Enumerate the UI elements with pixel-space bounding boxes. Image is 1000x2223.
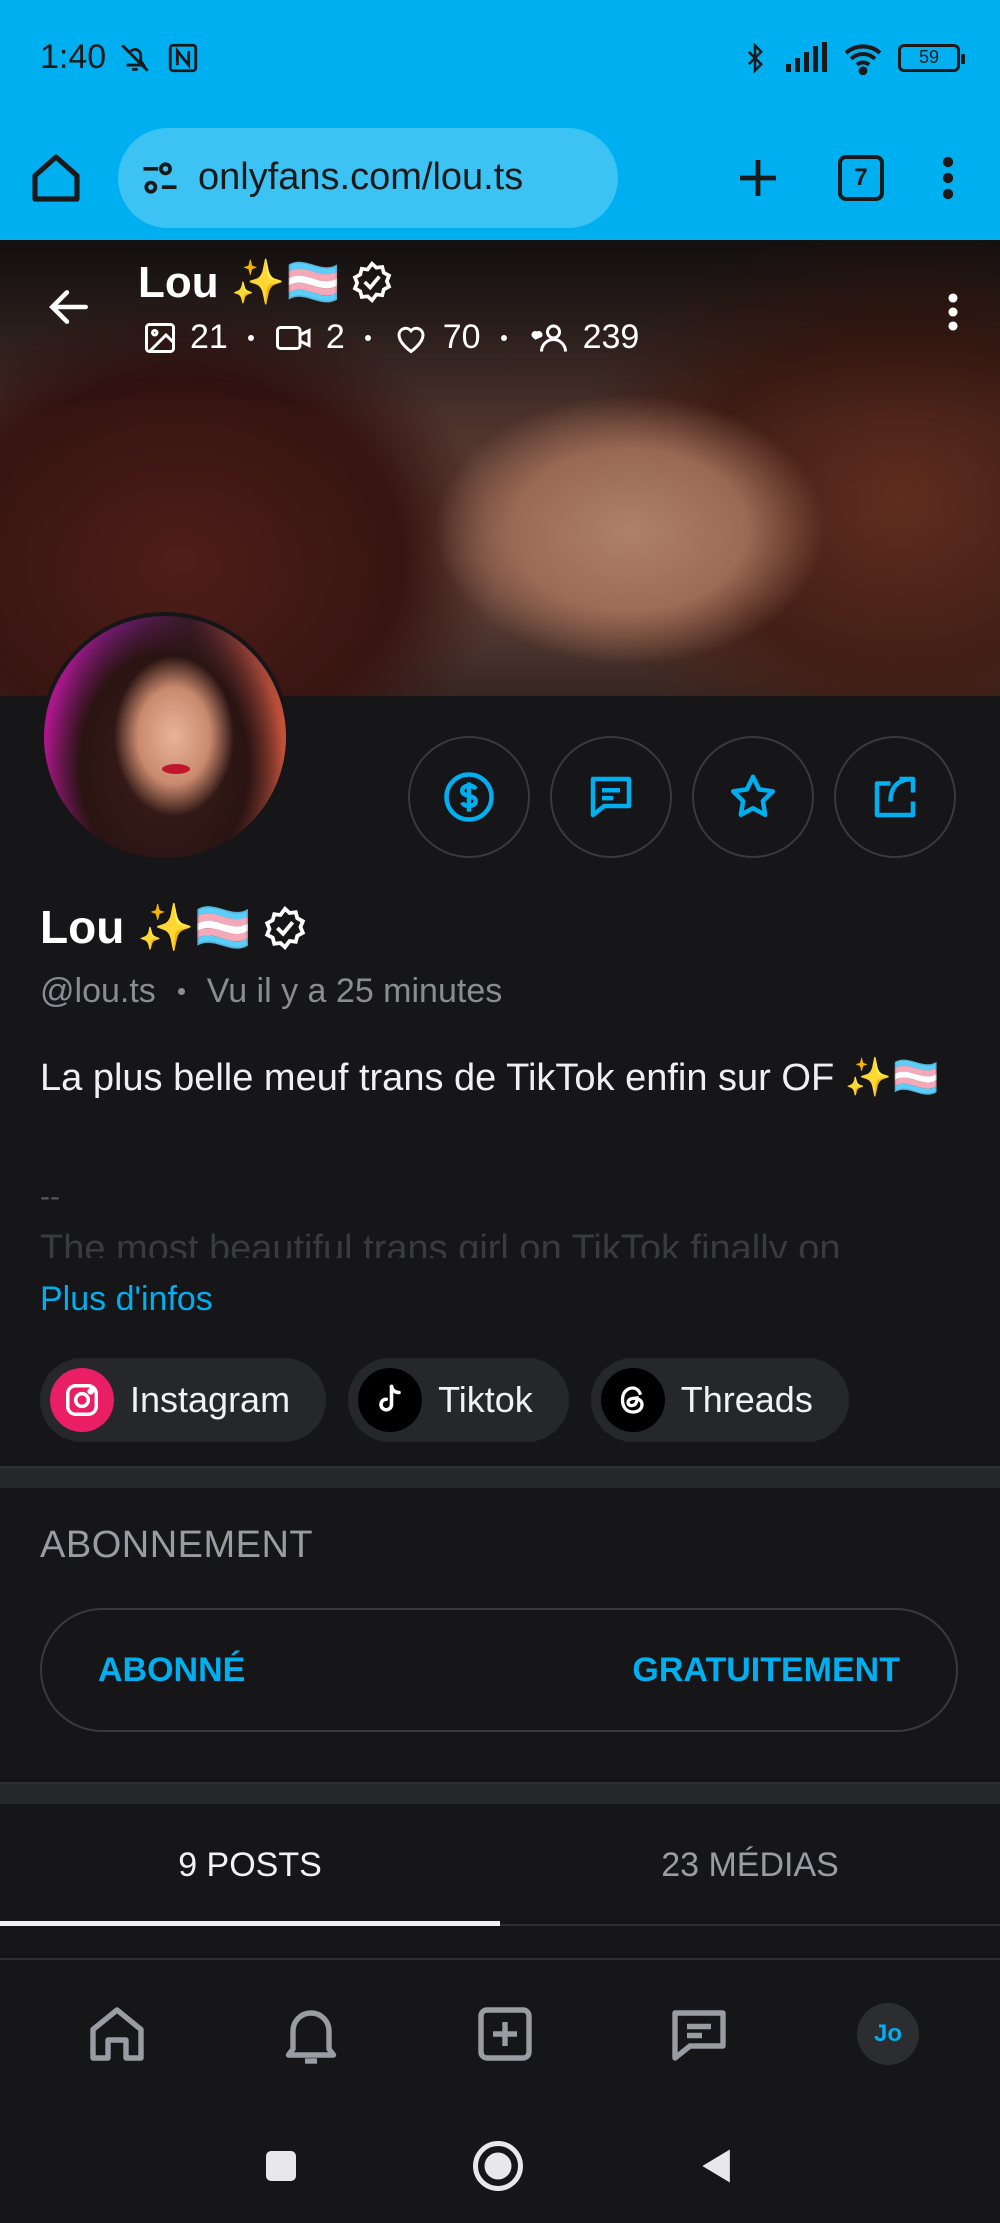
notifications-bell-icon[interactable]: [275, 1998, 347, 2070]
cover-profile-name: Lou ✨🏳️‍⚧️: [138, 256, 394, 308]
content-tabs: 9 POSTS 23 MÉDIAS: [0, 1806, 1000, 1926]
heart-icon: [397, 326, 425, 353]
tab-posts[interactable]: 9 POSTS: [0, 1806, 500, 1926]
videos-count: 2: [274, 318, 345, 357]
video-icon: [275, 325, 311, 350]
threads-icon: [600, 1368, 665, 1432]
subscription-status: ABONNÉ: [98, 1650, 246, 1689]
section-divider: [0, 1782, 1000, 1804]
tab-switcher-button[interactable]: 7: [838, 154, 884, 201]
url-text[interactable]: onlyfans.com/lou.ts: [198, 156, 523, 199]
profile-meta: @lou.ts Vu il y a 25 minutes: [40, 972, 502, 1011]
bluetooth-icon: [747, 41, 764, 74]
fans-icon: [531, 324, 567, 352]
bio-separator: --: [40, 1180, 60, 1213]
cover-header: Lou ✨🏳️‍⚧️ 21 2 70 239: [0, 240, 1000, 380]
home-circle-icon[interactable]: [471, 2139, 525, 2193]
messages-icon[interactable]: [663, 1998, 735, 2070]
avatar[interactable]: [40, 612, 290, 862]
nfc-icon: [169, 43, 198, 72]
tip-button[interactable]: [408, 736, 530, 858]
address-bar[interactable]: onlyfans.com/lou.ts: [118, 127, 618, 228]
instagram-icon: [50, 1368, 114, 1432]
profile-bio: La plus belle meuf trans de TikTok enfin…: [40, 1057, 940, 1099]
bio-faded-text: The most beautiful trans girl on TikTok …: [40, 1228, 841, 1258]
site-settings-icon[interactable]: [138, 156, 182, 200]
subscription-title: ABONNEMENT: [40, 1524, 314, 1566]
back-arrow-icon[interactable]: [44, 282, 94, 332]
verified-badge-icon: [353, 260, 392, 304]
social-chip-tiktok[interactable]: Tiktok: [348, 1358, 569, 1442]
battery-icon: 59: [898, 43, 965, 72]
add-post-icon[interactable]: [469, 1998, 541, 2070]
profile-actions: [408, 736, 956, 858]
social-chip-instagram[interactable]: Instagram: [40, 1358, 327, 1442]
more-info-link[interactable]: Plus d'infos: [40, 1280, 213, 1319]
menu-kebab-icon[interactable]: [940, 154, 956, 202]
share-button[interactable]: [834, 736, 956, 858]
profile-name: Lou ✨🏳️‍⚧️: [40, 900, 308, 955]
social-links: Instagram Tiktok Threads: [40, 1358, 849, 1442]
bottom-navigation: Jo: [0, 1958, 1000, 2108]
status-bar: 1:40 59: [0, 0, 1000, 115]
last-seen: Vu il y a 25 minutes: [206, 972, 503, 1010]
message-icon: [590, 776, 632, 818]
dollar-icon: [444, 772, 494, 822]
profile-handle: @lou.ts: [40, 972, 156, 1010]
profile-options-icon[interactable]: [946, 288, 960, 336]
tiktok-icon: [358, 1368, 423, 1432]
new-tab-icon[interactable]: [734, 154, 782, 202]
system-navigation: [0, 2108, 1000, 2223]
back-triangle-icon[interactable]: [695, 2144, 739, 2188]
browser-toolbar: onlyfans.com/lou.ts 7: [0, 115, 1000, 240]
home-icon[interactable]: [28, 150, 84, 206]
image-icon: [145, 322, 175, 353]
fans-count: 239: [527, 318, 639, 357]
recents-square-icon[interactable]: [261, 2146, 301, 2186]
signal-icon: [786, 41, 827, 72]
verified-badge-icon: [264, 905, 305, 950]
likes-count: 70: [391, 318, 481, 357]
bell-off-icon: [121, 43, 149, 72]
subscription-price: GRATUITEMENT: [632, 1650, 900, 1689]
cover-stats: 21 2 70 239: [142, 318, 639, 357]
share-icon: [874, 776, 916, 818]
wifi-icon: [844, 43, 882, 75]
tab-media[interactable]: 23 MÉDIAS: [500, 1806, 1000, 1924]
section-divider: [0, 1466, 1000, 1488]
photos-count: 21: [142, 318, 228, 357]
social-chip-threads[interactable]: Threads: [590, 1358, 849, 1442]
message-button[interactable]: [550, 736, 672, 858]
home-icon[interactable]: [81, 1998, 153, 2070]
user-avatar-button[interactable]: Jo: [857, 2003, 919, 2065]
subscribed-button[interactable]: ABONNÉ GRATUITEMENT: [40, 1608, 958, 1732]
star-icon: [730, 774, 776, 818]
favorite-button[interactable]: [692, 736, 814, 858]
status-time: 1:40: [40, 38, 107, 76]
